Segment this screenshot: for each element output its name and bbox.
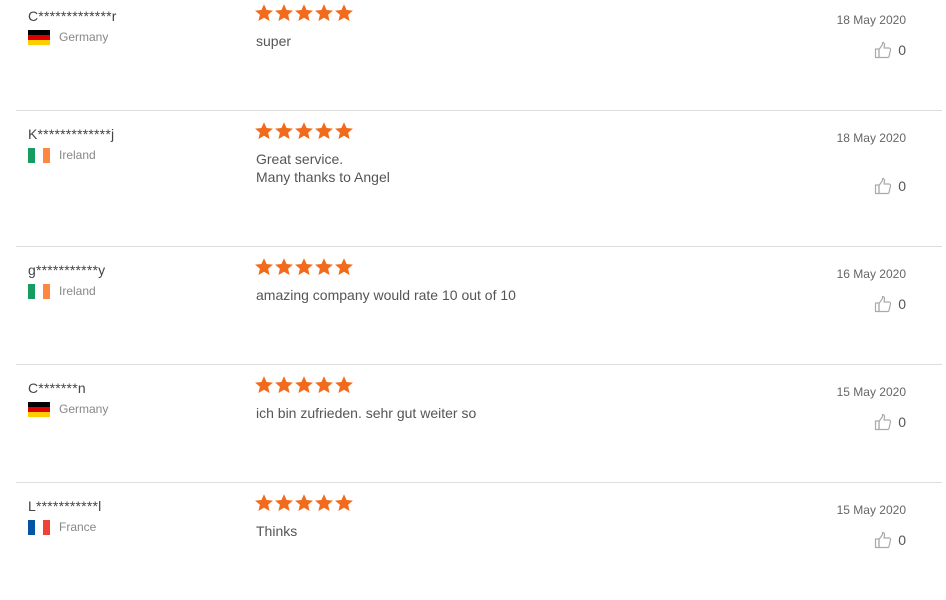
thumbs-up-icon bbox=[874, 177, 892, 195]
star-icon bbox=[254, 375, 274, 395]
country-label: France bbox=[59, 520, 97, 534]
review-text-line: ich bin zufrieden. sehr gut weiter so bbox=[256, 405, 477, 421]
ireland-flag-icon bbox=[28, 283, 50, 299]
star-rating bbox=[254, 375, 354, 397]
reviewer-country: Ireland bbox=[28, 146, 96, 164]
star-icon bbox=[254, 121, 274, 141]
star-icon bbox=[294, 3, 314, 23]
review-text-line: super bbox=[256, 33, 292, 49]
star-icon bbox=[314, 257, 334, 277]
star-icon bbox=[294, 493, 314, 513]
review-item: L***********l France Thinks 15 May 2020 … bbox=[16, 490, 942, 600]
like-button[interactable]: 0 bbox=[874, 294, 906, 314]
country-label: Ireland bbox=[59, 148, 96, 162]
star-icon bbox=[254, 3, 274, 23]
reviewer-country: France bbox=[28, 518, 96, 536]
country-label: Ireland bbox=[59, 284, 96, 298]
star-icon bbox=[274, 121, 294, 141]
review-text: amazing company would rate 10 out of 10 bbox=[256, 286, 756, 304]
thumbs-up-icon bbox=[874, 295, 892, 313]
like-count: 0 bbox=[898, 178, 906, 194]
thumbs-up-icon bbox=[874, 531, 892, 549]
germany-flag-icon bbox=[28, 29, 50, 45]
review-text-line: Thinks bbox=[256, 523, 298, 539]
reviewer-name: K*************j bbox=[28, 126, 115, 142]
star-rating bbox=[254, 493, 354, 515]
thumbs-up-icon bbox=[874, 413, 892, 431]
star-icon bbox=[334, 3, 354, 23]
review-text: ich bin zufrieden. sehr gut weiter so bbox=[256, 404, 756, 422]
star-icon bbox=[294, 121, 314, 141]
star-icon bbox=[334, 493, 354, 513]
like-button[interactable]: 0 bbox=[874, 40, 906, 60]
review-list: C*************r Germany super 18 May 202… bbox=[0, 0, 946, 600]
star-icon bbox=[274, 375, 294, 395]
review-text-line: Many thanks to Angel bbox=[256, 169, 390, 185]
star-rating bbox=[254, 3, 354, 25]
review-date: 16 May 2020 bbox=[836, 267, 906, 281]
review-text: super bbox=[256, 32, 756, 50]
star-icon bbox=[254, 257, 274, 277]
star-icon bbox=[274, 3, 294, 23]
star-icon bbox=[294, 257, 314, 277]
review-item: K*************j Ireland Great service. Ma… bbox=[16, 118, 942, 247]
like-count: 0 bbox=[898, 42, 906, 58]
star-icon bbox=[334, 121, 354, 141]
review-text: Thinks bbox=[256, 522, 756, 540]
country-label: Germany bbox=[59, 30, 109, 44]
star-icon bbox=[314, 121, 334, 141]
star-icon bbox=[314, 375, 334, 395]
like-count: 0 bbox=[898, 532, 906, 548]
reviewer-country: Germany bbox=[28, 28, 108, 46]
reviewer-country: Germany bbox=[28, 400, 108, 418]
star-icon bbox=[334, 375, 354, 395]
review-item: C*************r Germany super 18 May 202… bbox=[16, 0, 942, 111]
ireland-flag-icon bbox=[28, 147, 50, 163]
thumbs-up-icon bbox=[874, 41, 892, 59]
reviewer-name: C*************r bbox=[28, 8, 117, 24]
star-rating bbox=[254, 121, 354, 143]
like-button[interactable]: 0 bbox=[874, 176, 906, 196]
review-date: 18 May 2020 bbox=[836, 131, 906, 145]
country-label: Germany bbox=[59, 402, 109, 416]
review-item: g***********y Ireland amazing company wo… bbox=[16, 254, 942, 365]
france-flag-icon bbox=[28, 519, 50, 535]
germany-flag-icon bbox=[28, 401, 50, 417]
star-icon bbox=[274, 257, 294, 277]
like-count: 0 bbox=[898, 414, 906, 430]
star-icon bbox=[314, 3, 334, 23]
review-date: 18 May 2020 bbox=[836, 13, 906, 27]
reviewer-country: Ireland bbox=[28, 282, 96, 300]
review-date: 15 May 2020 bbox=[836, 385, 906, 399]
review-item: C*******n Germany ich bin zufrieden. seh… bbox=[16, 372, 942, 483]
star-icon bbox=[274, 493, 294, 513]
reviewer-name: L***********l bbox=[28, 498, 102, 514]
review-text: Great service. Many thanks to Angel bbox=[256, 150, 756, 186]
reviewer-name: g***********y bbox=[28, 262, 106, 278]
star-icon bbox=[294, 375, 314, 395]
like-button[interactable]: 0 bbox=[874, 530, 906, 550]
review-text-line: amazing company would rate 10 out of 10 bbox=[256, 287, 516, 303]
star-icon bbox=[314, 493, 334, 513]
star-icon bbox=[334, 257, 354, 277]
reviewer-name: C*******n bbox=[28, 380, 86, 396]
like-button[interactable]: 0 bbox=[874, 412, 906, 432]
review-text-line: Great service. bbox=[256, 151, 344, 167]
star-rating bbox=[254, 257, 354, 279]
review-date: 15 May 2020 bbox=[836, 503, 906, 517]
like-count: 0 bbox=[898, 296, 906, 312]
star-icon bbox=[254, 493, 274, 513]
